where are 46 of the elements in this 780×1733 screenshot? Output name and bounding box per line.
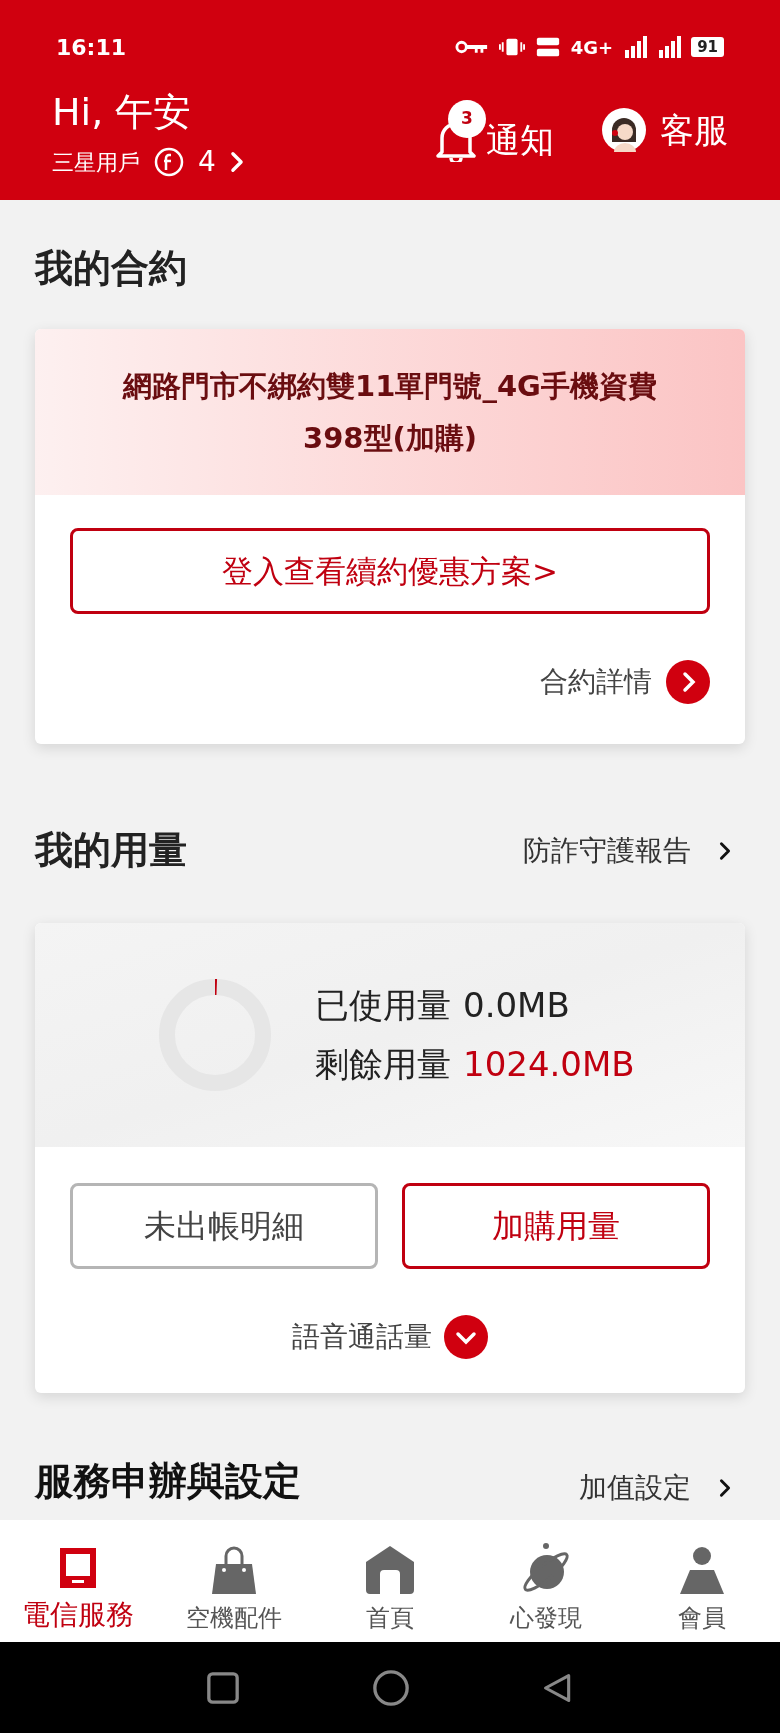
support-button[interactable]: 客服 xyxy=(602,104,728,156)
greeting: Hi, 午安 xyxy=(52,89,193,135)
remaining-value: 1024.0MB xyxy=(463,1043,635,1086)
recent-apps-icon[interactable] xyxy=(206,1670,240,1705)
points-count[interactable]: 4 xyxy=(198,141,216,183)
section-title: 服務申辦與設定 xyxy=(35,1458,301,1505)
fraud-report-link[interactable]: 防詐守護報告 xyxy=(523,829,691,872)
chevron-down-icon[interactable] xyxy=(444,1315,488,1359)
nav-tab[interactable]: 首頁 xyxy=(312,1526,468,1636)
avatar-icon xyxy=(602,108,646,152)
unbilled-details-button[interactable]: 未出帳明細 xyxy=(70,1183,378,1269)
renew-offer-button[interactable]: 登入查看續約優惠方案> xyxy=(70,528,710,614)
chevron-right-icon[interactable] xyxy=(666,660,710,704)
chevron-right-icon xyxy=(719,1478,731,1498)
user-type: 三星用戶 xyxy=(52,148,140,177)
notification-badge: 3 xyxy=(448,100,486,138)
vibrate-icon xyxy=(498,37,525,57)
network-type: 4G+ xyxy=(570,35,614,60)
plan-name: 網路門市不綁約雙11單門號_4G手機資費398型(加購) xyxy=(121,368,658,457)
voice-usage-toggle[interactable]: 語音通話量 xyxy=(292,1316,432,1358)
signal-icon xyxy=(657,36,682,58)
notifications-button[interactable]: 3 通知 xyxy=(434,94,554,166)
chevron-right-icon xyxy=(719,840,731,861)
used-label: 已使用量 xyxy=(315,984,451,1027)
nav-tab[interactable]: 空機配件 xyxy=(156,1526,312,1636)
phone-icon xyxy=(58,1546,98,1590)
home-circle-icon[interactable] xyxy=(372,1668,410,1707)
status-time: 16:11 xyxy=(56,33,127,62)
section-title: 我的用量 xyxy=(35,827,187,874)
key-icon xyxy=(454,39,489,55)
signal-icon xyxy=(623,36,648,58)
used-value: 0.0MB xyxy=(463,984,570,1027)
nav-tab[interactable]: 會員 xyxy=(624,1526,780,1636)
add-data-button[interactable]: 加購用量 xyxy=(402,1183,710,1269)
nav-tab[interactable]: 心發現 xyxy=(468,1526,624,1636)
points-icon xyxy=(154,147,184,177)
battery-level: 91 xyxy=(691,37,724,57)
section-title: 我的合約 xyxy=(35,245,188,292)
chevron-right-icon xyxy=(229,151,244,173)
home-icon xyxy=(364,1544,416,1596)
remaining-label: 剩餘用量 xyxy=(315,1043,451,1086)
nav-tab[interactable]: 電信服務 xyxy=(0,1526,156,1636)
contract-details-link[interactable]: 合約詳情 xyxy=(540,661,652,703)
value-added-settings-link[interactable]: 加值設定 xyxy=(579,1467,691,1509)
person-icon xyxy=(678,1546,726,1596)
shopping-bag-icon xyxy=(210,1544,258,1596)
